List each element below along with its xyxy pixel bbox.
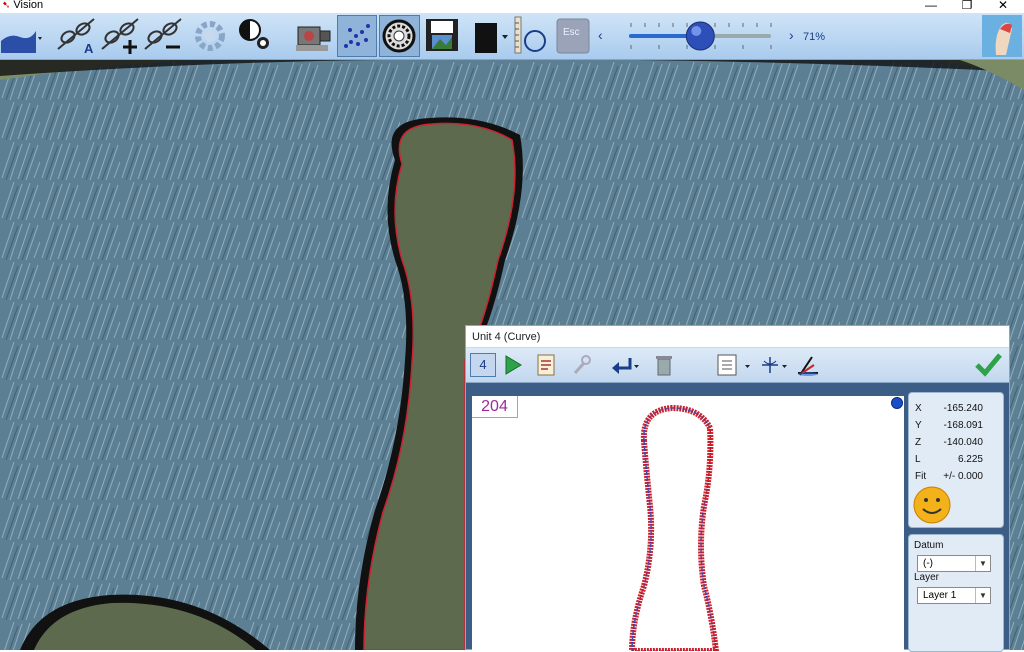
window-title-text: Vision xyxy=(13,0,44,11)
app-icon: ➷ xyxy=(2,0,11,11)
datum-value: (-) xyxy=(923,558,933,569)
delete-trash-icon[interactable] xyxy=(654,353,674,377)
readout-y: Y -168.091 xyxy=(915,420,983,431)
zoom-out-chevron-icon[interactable]: ‹ xyxy=(598,27,612,43)
datum-select[interactable]: (-) ▼ xyxy=(917,555,991,572)
datum-panel: Datum (-) ▼ Layer Layer 1 ▼ xyxy=(908,534,1004,652)
run-play-icon[interactable] xyxy=(502,353,524,377)
camera-icon[interactable] xyxy=(294,15,334,57)
restore-button[interactable]: ❐ xyxy=(957,0,977,12)
title-bar: ➷ Vision — ❐ ✕ xyxy=(0,0,1024,13)
main-toolbar: A Esc ‹ › 71% xyxy=(0,13,1024,60)
export-document-icon[interactable] xyxy=(714,353,754,377)
fit-add-icon[interactable] xyxy=(100,15,142,57)
readout-l: L 6.225 xyxy=(915,454,983,465)
layer-value: Layer 1 xyxy=(923,590,957,601)
minimize-button[interactable]: — xyxy=(921,0,941,12)
readout-fit: Fit +/- 0.000 xyxy=(915,471,983,482)
readout-z: Z -140.040 xyxy=(915,437,983,448)
smiley-status-icon xyxy=(912,485,952,530)
return-arrow-icon[interactable] xyxy=(608,353,640,377)
circle-tool-icon[interactable] xyxy=(513,15,549,57)
datum-dropdown-icon[interactable]: ▼ xyxy=(975,556,990,571)
fit-remove-icon[interactable] xyxy=(143,15,185,57)
fit-auto-icon[interactable]: A xyxy=(56,15,98,57)
layer-label: Layer xyxy=(914,572,940,583)
close-button[interactable]: ✕ xyxy=(993,0,1013,12)
layer-dropdown-icon[interactable]: ▼ xyxy=(975,588,990,603)
svg-text:A: A xyxy=(84,41,94,56)
curve-preview-canvas[interactable]: 204 xyxy=(472,396,904,651)
escape-icon[interactable]: Esc xyxy=(553,15,593,57)
report-icon[interactable] xyxy=(534,353,558,377)
layer-select[interactable]: Layer 1 ▼ xyxy=(917,587,991,604)
settings-gear-icon[interactable] xyxy=(190,15,230,57)
point-cloud-icon[interactable] xyxy=(337,15,377,57)
accept-checkmark-icon[interactable] xyxy=(974,353,1002,377)
unit-number-button[interactable]: 4 xyxy=(470,353,496,377)
zoom-percent: 71% xyxy=(803,31,826,43)
wrench-icon xyxy=(570,353,592,377)
zoom-in-chevron-icon[interactable]: › xyxy=(789,27,801,43)
readout-x: X -165.240 xyxy=(915,403,983,414)
datum-label: Datum xyxy=(914,540,944,551)
anchor-handle[interactable] xyxy=(891,397,903,409)
profile-icon[interactable] xyxy=(0,15,44,57)
axis-alignment-icon[interactable] xyxy=(794,353,822,377)
dialog-toolbar: 4 xyxy=(466,348,1009,383)
fit-method-icon[interactable] xyxy=(758,353,790,377)
save-image-icon[interactable] xyxy=(422,15,462,57)
window-title: ➷ Vision xyxy=(2,0,43,11)
escape-label: Esc xyxy=(563,27,580,38)
help-figure-icon[interactable] xyxy=(982,15,1022,57)
light-settings-icon[interactable] xyxy=(236,15,276,57)
curve-dialog: Unit 4 (Curve) 4 204 X -165.240 Y -168.091… xyxy=(465,325,1010,652)
coordinate-readout: X -165.240 Y -168.091 Z -140.040 L 6.225 Fit… xyxy=(908,392,1004,528)
display-mode-icon[interactable] xyxy=(470,15,510,57)
dialog-title: Unit 4 (Curve) xyxy=(466,326,1009,348)
ring-light-icon[interactable] xyxy=(379,15,420,57)
zoom-slider[interactable] xyxy=(625,15,775,57)
